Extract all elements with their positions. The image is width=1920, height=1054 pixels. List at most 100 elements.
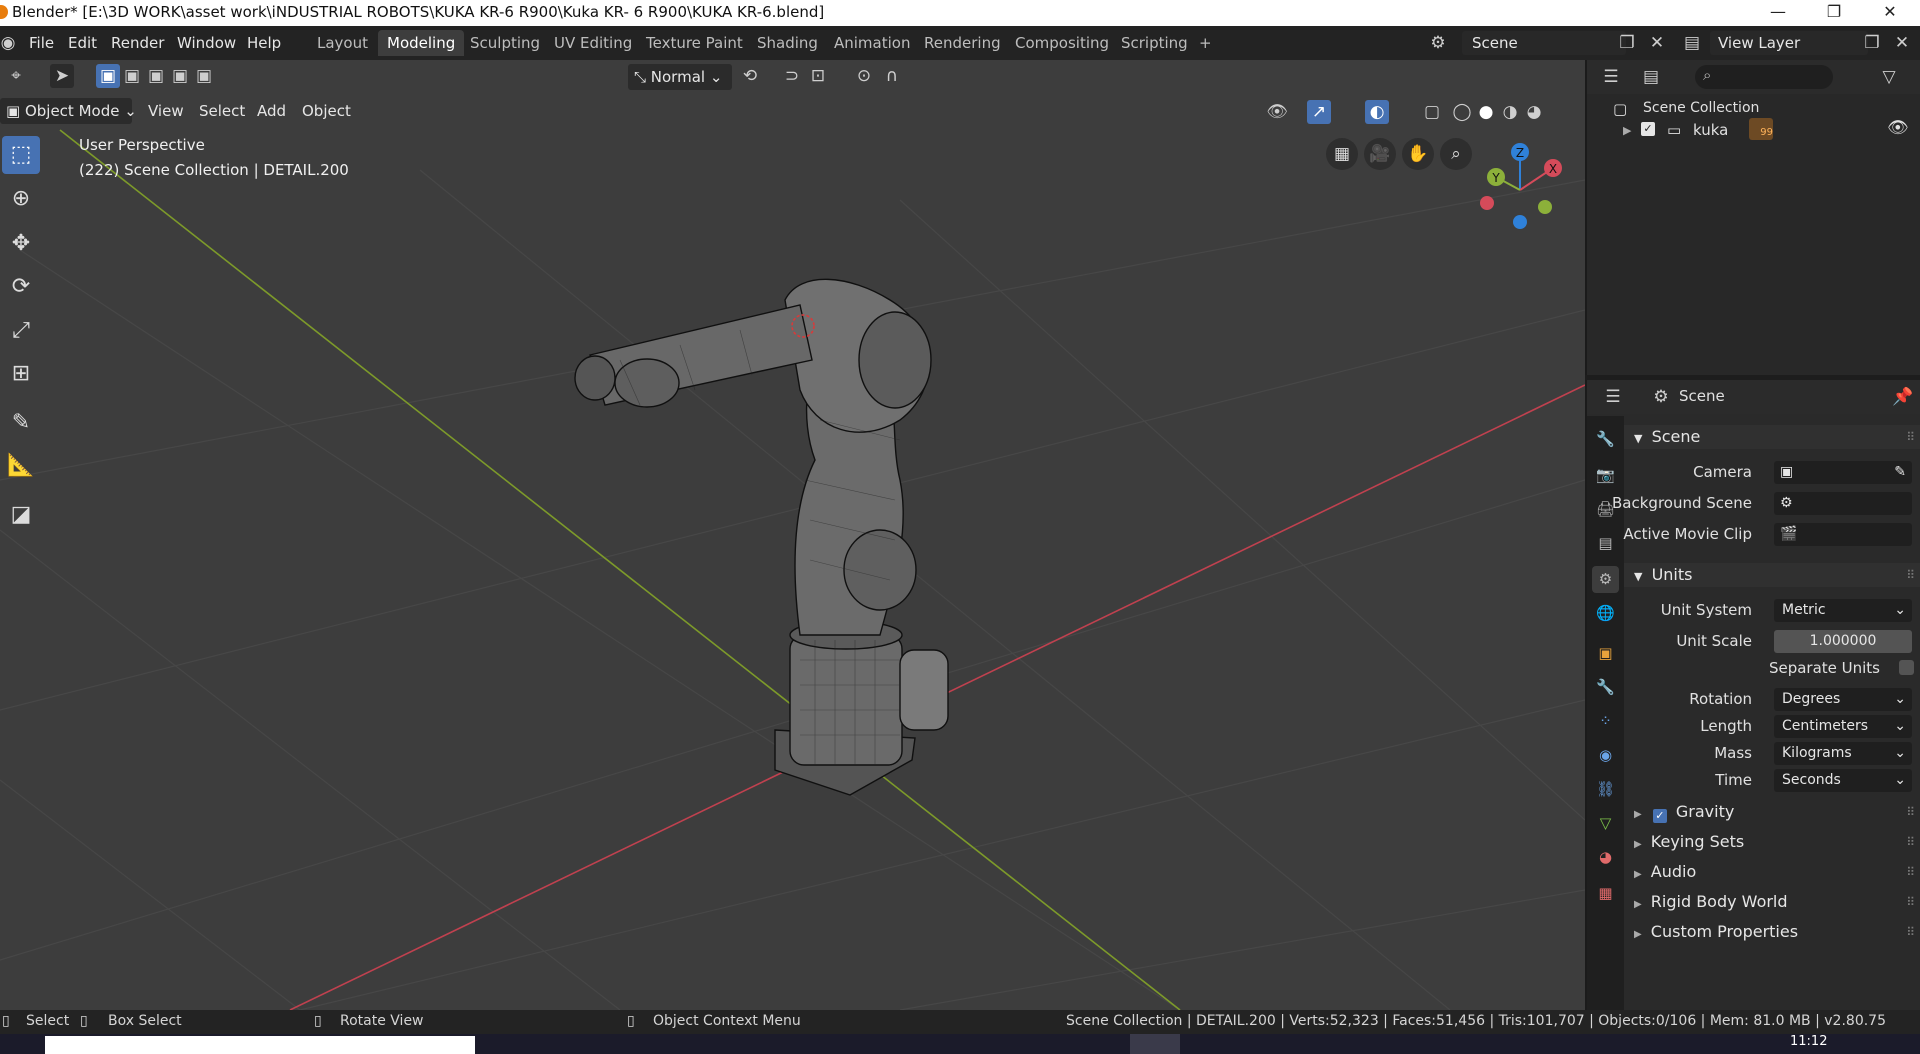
select-mode-subtract-icon[interactable]: ▣: [144, 64, 168, 88]
length-dropdown[interactable]: Centimeters ⌄: [1774, 715, 1912, 738]
tab-texture-icon[interactable]: ▦: [1592, 880, 1619, 907]
shading-rendered-icon[interactable]: ◕: [1522, 100, 1546, 124]
select-tool-icon[interactable]: ➤: [50, 64, 74, 88]
shading-wireframe-icon[interactable]: ◯: [1450, 100, 1474, 124]
scene-collection-label[interactable]: Scene Collection: [1643, 100, 1759, 116]
select-mode-invert-icon[interactable]: ▣: [168, 64, 192, 88]
select-mode-intersect-icon[interactable]: ▣: [192, 64, 216, 88]
tool-measure[interactable]: 📐: [2, 447, 40, 485]
rotation-dropdown[interactable]: Degrees ⌄: [1774, 688, 1912, 711]
menu-window[interactable]: Window: [177, 34, 236, 52]
tab-constraints-icon[interactable]: ⛓: [1592, 776, 1619, 803]
tab-material-icon[interactable]: ◕: [1592, 844, 1619, 871]
section-gravity[interactable]: ▶ ✓ Gravity ⠿: [1624, 798, 1920, 826]
visibility-icon[interactable]: 👁: [1265, 100, 1289, 124]
pivot-point-icon[interactable]: ⟲: [738, 64, 762, 88]
camera-field[interactable]: ▣ ✎: [1774, 461, 1912, 484]
separate-units-checkbox[interactable]: [1899, 660, 1914, 675]
tab-animation[interactable]: Animation: [825, 30, 919, 56]
drag-handle-icon[interactable]: ⠿: [1906, 918, 1915, 946]
snap-toggle-icon[interactable]: ⊃: [780, 64, 804, 88]
expand-arrow-icon[interactable]: ▶: [1623, 124, 1631, 137]
scene-field[interactable]: Scene: [1462, 31, 1626, 55]
falloff-icon[interactable]: ∩: [880, 64, 904, 88]
camera-view-icon[interactable]: 🎥: [1364, 138, 1396, 170]
viewport-menu-add[interactable]: Add: [251, 98, 292, 124]
tab-object-icon[interactable]: ▣: [1592, 640, 1619, 667]
mass-dropdown[interactable]: Kilograms ⌄: [1774, 742, 1912, 765]
gizmo-toggle-icon[interactable]: ↗: [1307, 100, 1331, 124]
viewport-menu-view[interactable]: View: [142, 98, 190, 124]
drag-handle-icon[interactable]: ⠿: [1906, 563, 1915, 587]
properties-editor-type-icon[interactable]: ☰: [1601, 385, 1625, 409]
active-movie-clip-field[interactable]: 🎬: [1774, 523, 1912, 546]
view-layer-field[interactable]: View Layer: [1710, 31, 1868, 55]
delete-scene-icon[interactable]: ✕: [1645, 31, 1669, 55]
tool-transform[interactable]: ⊞: [2, 355, 40, 393]
tab-texture-paint[interactable]: Texture Paint: [637, 30, 752, 56]
unit-system-dropdown[interactable]: Metric ⌄: [1774, 599, 1912, 622]
snap-target-icon[interactable]: ⊡: [806, 64, 830, 88]
pan-view-icon[interactable]: ✋: [1402, 138, 1434, 170]
outliner-search-input[interactable]: ⌕: [1695, 65, 1833, 89]
overlays-toggle-icon[interactable]: ◐: [1365, 100, 1389, 124]
section-units[interactable]: ▼ Units ⠿: [1624, 563, 1920, 587]
viewport-menu-select[interactable]: Select: [193, 98, 251, 124]
unit-scale-field[interactable]: 1.000000: [1774, 630, 1912, 653]
section-scene[interactable]: ▼ Scene ⠿: [1624, 425, 1920, 449]
tab-layout[interactable]: Layout: [308, 30, 377, 56]
restore-button[interactable]: ❐: [1806, 0, 1862, 26]
eyedropper-icon[interactable]: ✎: [1894, 461, 1906, 484]
section-custom-properties[interactable]: ▶ Custom Properties ⠿: [1624, 918, 1920, 946]
shading-material-icon[interactable]: ◑: [1498, 100, 1522, 124]
outliner-editor-type-icon[interactable]: ☰: [1599, 65, 1623, 89]
menu-help[interactable]: Help: [247, 34, 281, 52]
tab-shading[interactable]: Shading: [748, 30, 827, 56]
scene-browse-icon[interactable]: ⚙: [1426, 31, 1450, 55]
delete-view-layer-icon[interactable]: ✕: [1890, 31, 1914, 55]
add-workspace-button[interactable]: +: [1190, 30, 1221, 56]
shading-solid-icon[interactable]: ●: [1474, 100, 1498, 124]
select-mode-extend-icon[interactable]: ▣: [120, 64, 144, 88]
transform-orientation-dropdown[interactable]: ⤡ Normal ⌄: [628, 64, 732, 90]
tab-render-icon[interactable]: 📷: [1592, 462, 1619, 489]
navigation-gizmo[interactable]: Z X Y: [1470, 140, 1580, 250]
eye-icon[interactable]: 👁: [1887, 118, 1909, 138]
zoom-view-icon[interactable]: ⌕: [1440, 138, 1472, 170]
tab-scripting[interactable]: Scripting: [1112, 30, 1197, 56]
tab-sculpting[interactable]: Sculpting: [461, 30, 549, 56]
tab-modeling[interactable]: Modeling: [378, 30, 465, 56]
menu-file[interactable]: File: [29, 34, 54, 52]
tool-move[interactable]: ✥: [2, 225, 40, 263]
tab-physics-icon[interactable]: ◉: [1592, 742, 1619, 769]
tool-scale[interactable]: ⤢: [2, 312, 40, 350]
tool-rotate[interactable]: ⟳: [2, 268, 40, 306]
tool-add-cube[interactable]: ◪: [2, 496, 40, 534]
time-dropdown[interactable]: Seconds ⌄: [1774, 769, 1912, 792]
menu-render[interactable]: Render: [111, 34, 164, 52]
minimize-button[interactable]: —: [1750, 0, 1806, 26]
view-layer-browse-icon[interactable]: ▤: [1680, 31, 1704, 55]
editor-type-icon[interactable]: ⌖: [4, 64, 28, 88]
close-button[interactable]: ✕: [1862, 0, 1918, 26]
tab-tool-icon[interactable]: 🔧: [1592, 426, 1619, 453]
viewport-3d[interactable]: ⌖ ➤ ▣ ▣ ▣ ▣ ▣ ⤡ Normal ⌄ ⟲ ⊃ ⊡ ⊙ ∩ ▣ Obj…: [0, 60, 1585, 1010]
drag-handle-icon[interactable]: ⠿: [1906, 425, 1915, 449]
background-scene-field[interactable]: ⚙: [1774, 492, 1912, 515]
pin-icon[interactable]: 📌: [1891, 385, 1915, 409]
tool-select-box[interactable]: ⬚: [2, 136, 40, 174]
collection-checkbox[interactable]: ✓: [1641, 122, 1655, 136]
tab-scene-icon[interactable]: ⚙: [1592, 566, 1619, 593]
tab-modifier-icon[interactable]: 🔧: [1592, 674, 1619, 701]
taskbar-search-box[interactable]: [45, 1036, 475, 1054]
tab-view-layer-icon[interactable]: ▤: [1592, 530, 1619, 557]
section-keying-sets[interactable]: ▶ Keying Sets ⠿: [1624, 828, 1920, 856]
tab-particles-icon[interactable]: ⁘: [1592, 708, 1619, 735]
tool-cursor[interactable]: ⊕: [2, 180, 40, 218]
drag-handle-icon[interactable]: ⠿: [1906, 888, 1915, 916]
section-audio[interactable]: ▶ Audio ⠿: [1624, 858, 1920, 886]
drag-handle-icon[interactable]: ⠿: [1906, 798, 1915, 826]
outliner-item-kuka[interactable]: kuka: [1693, 121, 1728, 139]
toggle-ortho-icon[interactable]: ▦: [1326, 138, 1358, 170]
menu-edit[interactable]: Edit: [68, 34, 97, 52]
